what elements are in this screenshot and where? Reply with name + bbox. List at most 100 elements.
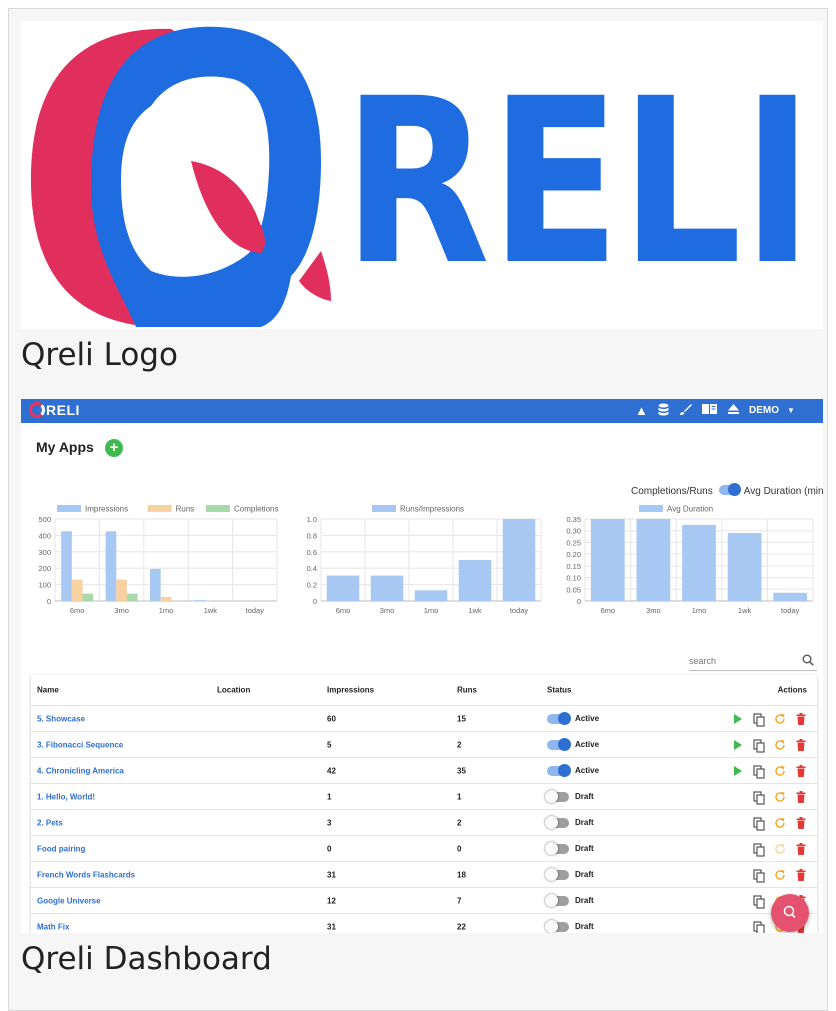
app-name-link[interactable]: 5. Showcase xyxy=(37,714,85,723)
table-row: Math Fix 31 22 Draft xyxy=(31,914,817,933)
status-toggle[interactable] xyxy=(545,789,569,803)
search-input[interactable] xyxy=(689,652,789,666)
search-icon[interactable] xyxy=(802,653,814,671)
toggle-knob xyxy=(545,815,558,829)
refresh-icon[interactable] xyxy=(774,791,786,803)
page-title: My Apps xyxy=(36,439,94,455)
copy-icon[interactable] xyxy=(753,764,765,779)
app-name-link[interactable]: 4. Chronicling America xyxy=(37,766,124,775)
bar xyxy=(370,575,404,601)
status-toggle[interactable] xyxy=(547,711,571,725)
play-icon[interactable] xyxy=(732,765,744,777)
legend-label: Runs xyxy=(176,505,195,514)
delete-icon[interactable] xyxy=(795,790,807,803)
y-tick-label: 0 xyxy=(577,597,581,606)
bar xyxy=(61,531,72,601)
user-menu[interactable]: DEMO ▼ xyxy=(749,405,795,416)
delete-icon[interactable] xyxy=(795,712,807,725)
copy-icon[interactable] xyxy=(753,894,765,909)
header-impressions[interactable]: Impressions xyxy=(327,686,374,695)
chart-usage: Impressions Runs Completions 0 100 200 300 400 5… xyxy=(29,499,279,624)
app-impressions: 5 xyxy=(327,740,332,749)
copy-icon[interactable] xyxy=(753,816,765,831)
bar xyxy=(590,519,625,601)
header-name[interactable]: Name xyxy=(37,686,59,695)
refresh-icon[interactable] xyxy=(774,843,786,855)
play-icon[interactable] xyxy=(732,713,744,725)
y-tick-label: 500 xyxy=(38,515,51,524)
row-actions xyxy=(753,868,807,883)
refresh-icon[interactable] xyxy=(774,817,786,829)
status-cell: Draft xyxy=(545,893,594,907)
status-toggle[interactable] xyxy=(545,867,569,881)
y-tick-label: 0.30 xyxy=(566,527,581,536)
eject-icon[interactable] xyxy=(727,403,740,419)
metric-toggle-switch[interactable] xyxy=(718,483,741,496)
row-actions xyxy=(753,816,807,831)
navigation-arrow-icon[interactable]: ▲ xyxy=(635,403,648,419)
copy-icon[interactable] xyxy=(753,868,765,883)
search-box xyxy=(689,651,817,671)
app-name-link[interactable]: Math Fix xyxy=(37,922,69,931)
status-toggle[interactable] xyxy=(547,737,571,751)
app-name-link[interactable]: Google Universe xyxy=(37,896,101,905)
copy-icon[interactable] xyxy=(753,790,765,805)
bar xyxy=(682,524,716,601)
app-name-link[interactable]: 2. Pets xyxy=(37,818,63,827)
delete-icon[interactable] xyxy=(795,868,807,881)
status-toggle[interactable] xyxy=(545,893,569,907)
copy-icon[interactable] xyxy=(753,738,765,753)
delete-icon[interactable] xyxy=(795,738,807,751)
metric-toggle: Completions/Runs Avg Duration (min) xyxy=(631,483,823,497)
row-actions xyxy=(753,842,807,857)
brand-logo[interactable]: RELI xyxy=(29,402,80,418)
copy-icon[interactable] xyxy=(753,842,765,857)
status-toggle[interactable] xyxy=(545,919,569,933)
refresh-icon[interactable] xyxy=(774,713,786,725)
bar xyxy=(636,519,671,601)
y-tick-label: 1.0 xyxy=(307,515,317,524)
delete-icon[interactable] xyxy=(795,816,807,829)
app-name-link[interactable]: French Words Flashcards xyxy=(37,870,135,879)
toggle-knob xyxy=(545,789,558,803)
app-runs: 22 xyxy=(457,922,466,931)
status-toggle[interactable] xyxy=(545,815,569,829)
app-name-link[interactable]: 1. Hello, World! xyxy=(37,792,95,801)
y-tick-label: 0.4 xyxy=(307,564,317,573)
usage-bar-chart: Impressions Runs Completions 0 100 200 300 400 5… xyxy=(38,505,278,616)
legend-label: Completions xyxy=(234,505,278,514)
app-impressions: 60 xyxy=(327,714,336,723)
toggle-knob xyxy=(558,711,571,725)
app-name-link[interactable]: 3. Fibonacci Sequence xyxy=(37,740,123,749)
app-name-link[interactable]: Food pairing xyxy=(37,844,85,853)
header-status[interactable]: Status xyxy=(547,686,571,695)
table-row: 3. Fibonacci Sequence 5 2 Active xyxy=(31,732,817,758)
dashboard-caption: Qreli Dashboard xyxy=(21,941,272,977)
add-app-button[interactable]: + xyxy=(105,439,123,457)
brush-icon[interactable] xyxy=(679,403,692,419)
refresh-icon[interactable] xyxy=(774,869,786,881)
book-icon[interactable] xyxy=(701,403,717,419)
y-tick-label: 0.2 xyxy=(307,581,317,590)
refresh-icon[interactable] xyxy=(774,739,786,751)
status-cell: Draft xyxy=(545,815,594,829)
header-runs[interactable]: Runs xyxy=(457,686,477,695)
copy-icon[interactable] xyxy=(753,712,765,727)
help-search-fab[interactable] xyxy=(771,894,809,932)
refresh-icon[interactable] xyxy=(774,765,786,777)
delete-icon[interactable] xyxy=(795,764,807,777)
table-row: Google Universe 12 7 Draft xyxy=(31,888,817,914)
legend-swatch xyxy=(206,505,230,512)
delete-icon[interactable] xyxy=(795,842,807,855)
table-row: 2. Pets 3 2 Draft xyxy=(31,810,817,836)
x-tick-label: 3mo xyxy=(646,606,661,615)
status-toggle[interactable] xyxy=(545,841,569,855)
chevron-down-icon: ▼ xyxy=(787,406,795,415)
app-impressions: 0 xyxy=(327,844,332,853)
row-actions xyxy=(753,790,807,805)
status-toggle[interactable] xyxy=(547,763,571,777)
database-icon[interactable] xyxy=(658,403,669,419)
header-location[interactable]: Location xyxy=(217,686,250,695)
copy-icon[interactable] xyxy=(753,920,765,933)
play-icon[interactable] xyxy=(732,739,744,751)
